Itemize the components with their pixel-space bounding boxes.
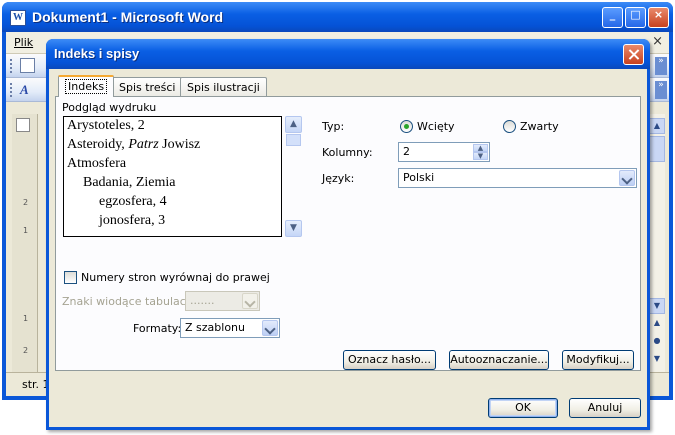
maximize-icon[interactable]: □ bbox=[625, 7, 646, 28]
radio-run-in[interactable] bbox=[503, 120, 516, 133]
toolbar-grip-icon[interactable] bbox=[10, 59, 13, 73]
index-tab-panel: Podgląd wydruku Arystoteles, 2 Asteroidy… bbox=[55, 96, 641, 371]
right-align-checkbox[interactable] bbox=[64, 271, 77, 284]
dialog-titlebar[interactable]: Indeks i spisy bbox=[46, 39, 650, 69]
dialog-body: Indeks Spis treści Spis ilustracji Podgl… bbox=[49, 69, 647, 427]
scroll-thumb[interactable] bbox=[649, 136, 665, 162]
word-app-icon[interactable]: W bbox=[10, 10, 26, 26]
preview-see-text: Patrz bbox=[128, 137, 159, 152]
chevron-down-icon[interactable] bbox=[262, 320, 278, 336]
scroll-up-icon[interactable]: ▲ bbox=[649, 118, 665, 134]
word-window-title: Dokument1 - Microsoft Word bbox=[32, 9, 224, 25]
preview-line: Atmosfera bbox=[67, 156, 127, 171]
preview-line: Badania, Ziemia bbox=[83, 175, 176, 190]
ok-button[interactable]: OK bbox=[488, 398, 558, 418]
mark-entry-button[interactable]: Oznacz hasło... bbox=[343, 350, 436, 370]
tab-label: Spis treści bbox=[119, 81, 176, 94]
chevron-down-icon[interactable] bbox=[619, 170, 635, 186]
preview-text: Jowisz bbox=[158, 137, 201, 152]
tab-selector-icon[interactable] bbox=[16, 118, 30, 132]
word-titlebar[interactable]: W Dokument1 - Microsoft Word _ □ × bbox=[2, 2, 673, 32]
formats-label: Formaty: bbox=[133, 322, 182, 335]
preview-line: egzosfera, 4 bbox=[99, 194, 167, 209]
new-document-icon[interactable] bbox=[20, 58, 35, 73]
tab-index[interactable]: Indeks bbox=[58, 75, 115, 97]
language-label: Język: bbox=[322, 172, 355, 185]
columns-spinner[interactable]: 2 ▲ ▼ bbox=[398, 142, 490, 162]
preview-line: Arystoteles, 2 bbox=[67, 118, 145, 133]
radio-indented-label[interactable]: Wcięty bbox=[417, 120, 455, 133]
preview-label: Podgląd wydruku bbox=[62, 101, 157, 114]
chevron-down-icon[interactable] bbox=[242, 293, 258, 309]
print-preview: Arystoteles, 2 Asteroidy, Patrz Jowisz A… bbox=[63, 116, 282, 237]
ruler-number: 2 bbox=[23, 198, 29, 207]
type-label: Typ: bbox=[322, 120, 345, 133]
menu-item-file[interactable]: Plik bbox=[14, 36, 33, 49]
modify-button[interactable]: Modyfikuj... bbox=[562, 350, 634, 370]
spin-up-icon[interactable]: ▲ bbox=[473, 144, 488, 152]
tab-leader-select[interactable]: ....... bbox=[185, 291, 260, 311]
next-page-icon[interactable]: ▼ bbox=[649, 352, 665, 368]
language-value: Polski bbox=[403, 171, 435, 184]
dialog-title: Indeks i spisy bbox=[54, 46, 140, 61]
formats-select[interactable]: Z szablonu bbox=[180, 318, 280, 338]
tab-table-of-figures[interactable]: Spis ilustracji bbox=[180, 77, 267, 96]
browse-object-icon[interactable]: ● bbox=[649, 334, 665, 350]
preview-scrollbar[interactable]: ▲ ▼ bbox=[285, 116, 302, 237]
tab-table-of-contents[interactable]: Spis treści bbox=[112, 77, 183, 96]
tab-leader-label: Znaki wiodące tabulacji: bbox=[62, 295, 196, 308]
columns-label: Kolumny: bbox=[322, 146, 373, 159]
toolbar-options-icon[interactable]: » bbox=[655, 57, 667, 75]
spin-down-icon[interactable]: ▼ bbox=[473, 152, 488, 160]
tab-label: Spis ilustracji bbox=[187, 81, 260, 94]
right-align-label[interactable]: Numery stron wyrównaj do prawej bbox=[81, 271, 270, 284]
toolbar-options-icon[interactable]: » bbox=[655, 81, 667, 99]
minimize-icon[interactable]: _ bbox=[602, 7, 623, 28]
scroll-thumb[interactable] bbox=[286, 134, 301, 146]
tab-label: Indeks bbox=[65, 79, 108, 94]
formats-value: Z szablonu bbox=[185, 321, 245, 334]
close-document-icon[interactable]: × bbox=[652, 34, 663, 49]
vertical-scrollbar[interactable]: ▲ ▼ ▲ ● ▼ bbox=[649, 114, 665, 374]
previous-page-icon[interactable]: ▲ bbox=[649, 316, 665, 332]
scroll-down-icon[interactable]: ▼ bbox=[285, 220, 302, 237]
columns-value: 2 bbox=[403, 145, 410, 158]
index-dialog: Indeks i spisy Indeks Spis treści Spis i… bbox=[46, 39, 650, 430]
radio-indented[interactable] bbox=[400, 120, 413, 133]
scroll-up-icon[interactable]: ▲ bbox=[285, 116, 302, 133]
preview-line: Asteroidy, Patrz Jowisz bbox=[67, 137, 200, 153]
preview-line: jonosfera, 3 bbox=[99, 213, 166, 228]
styles-icon[interactable]: A bbox=[20, 82, 35, 97]
preview-text: Asteroidy, bbox=[67, 137, 129, 152]
ruler-number: 2 bbox=[23, 346, 29, 355]
close-icon[interactable]: × bbox=[648, 7, 669, 28]
ruler-number: 1 bbox=[23, 226, 29, 235]
vertical-ruler: 2 1 1 2 bbox=[12, 114, 38, 372]
language-select[interactable]: Polski bbox=[398, 168, 637, 188]
ruler-number: 1 bbox=[23, 314, 29, 323]
cancel-button[interactable]: Anuluj bbox=[569, 398, 641, 418]
spinner-buttons[interactable]: ▲ ▼ bbox=[473, 144, 488, 160]
scroll-down-icon[interactable]: ▼ bbox=[649, 298, 665, 314]
dialog-close-icon[interactable] bbox=[623, 44, 644, 65]
toolbar-grip-icon[interactable] bbox=[10, 83, 13, 97]
automark-button[interactable]: Autooznaczanie... bbox=[449, 350, 549, 370]
radio-run-in-label[interactable]: Zwarty bbox=[520, 120, 559, 133]
tab-leader-value: ....... bbox=[190, 294, 215, 307]
